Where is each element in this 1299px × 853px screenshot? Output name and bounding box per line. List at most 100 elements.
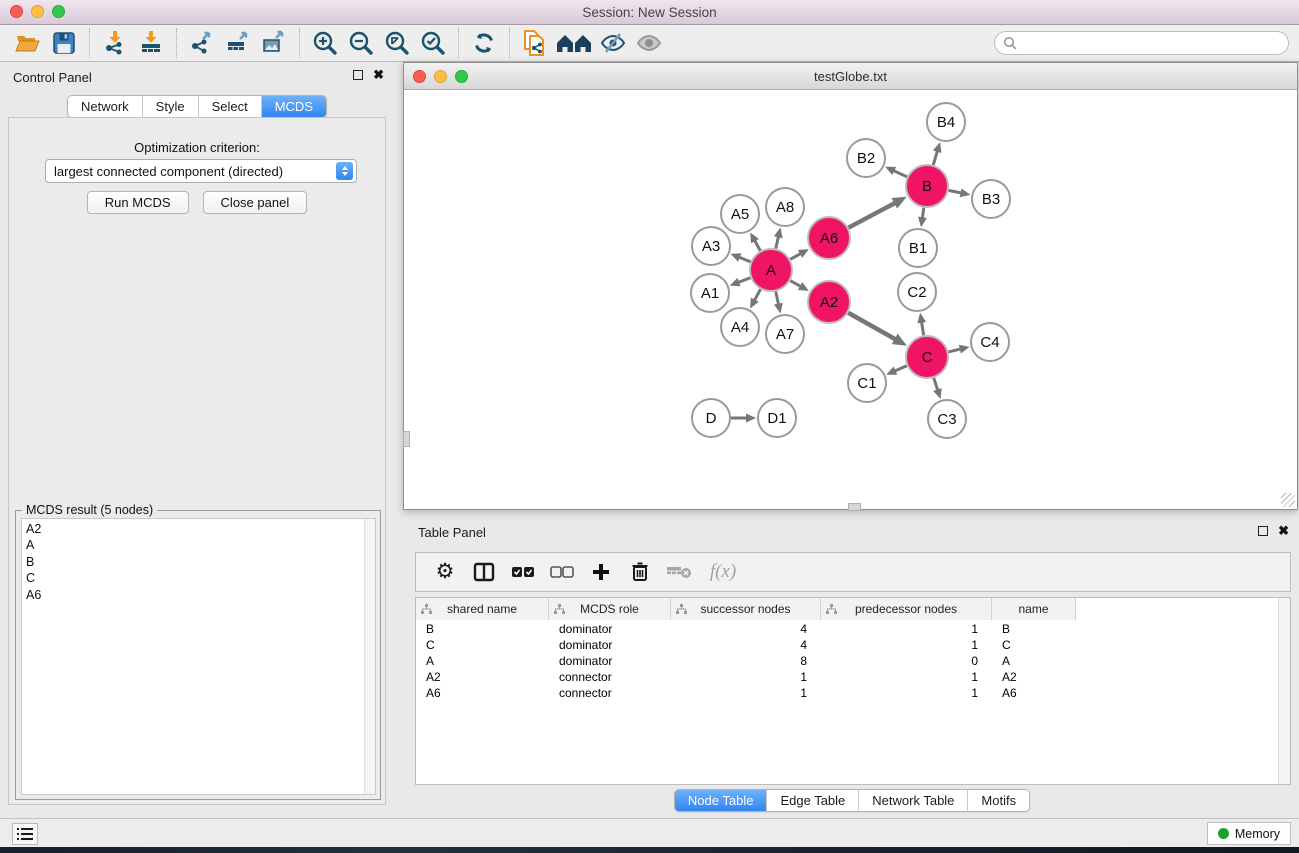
tab-mcds[interactable]: MCDS [262,96,326,117]
table-cell[interactable]: 8 [671,653,821,669]
clone-network-button[interactable] [517,27,553,59]
tab-select[interactable]: Select [199,96,262,117]
table-row[interactable]: Cdominator41C [416,637,1076,653]
tab-style[interactable]: Style [143,96,199,117]
window-titlebar[interactable]: Session: New Session [0,0,1299,25]
graph-edge-A-A1[interactable] [738,278,750,283]
float-panel-icon[interactable] [353,70,363,80]
import-table-button[interactable] [133,27,169,59]
refresh-layout-button[interactable] [466,27,502,59]
column-header-successor-nodes[interactable]: successor nodes [671,598,821,620]
table-cell[interactable]: connector [549,669,671,685]
mcds-result-item[interactable]: A2 [26,521,375,537]
resize-grip-icon[interactable] [1281,493,1295,507]
table-cell[interactable]: B [416,621,549,637]
table-cell[interactable]: C [992,637,1076,653]
graph-edge-C-C3[interactable] [934,378,938,391]
table-cell[interactable]: A [416,653,549,669]
zoom-fit-button[interactable] [379,27,415,59]
zoom-selected-button[interactable] [415,27,451,59]
table-cell[interactable]: A6 [992,685,1076,701]
splitter-handle-icon[interactable] [403,431,410,447]
table-cell[interactable]: 4 [671,637,821,653]
table-cell[interactable]: 4 [671,621,821,637]
graph-edge-C-C1[interactable] [895,366,907,371]
export-table-button[interactable] [220,27,256,59]
graph-edge-B-B2[interactable] [893,171,907,177]
criterion-dropdown[interactable]: largest connected component (directed) [45,159,357,183]
zoom-out-button[interactable] [343,27,379,59]
list-scrollbar[interactable] [364,519,375,794]
apply-function-button[interactable]: f(x) [703,557,743,587]
export-network-button[interactable] [184,27,220,59]
network-close-light[interactable] [413,70,426,83]
mcds-result-item[interactable]: A [26,537,375,553]
mcds-result-item[interactable]: B [26,554,375,570]
network-graph[interactable]: B4B2BB3A8A5A6A3B1AA1C2A2A4A7C4CC1C3DD1 [404,90,1297,509]
export-image-button[interactable] [256,27,292,59]
network-zoom-light[interactable] [455,70,468,83]
table-cell[interactable]: A [992,653,1076,669]
tab-node-table[interactable]: Node Table [675,790,768,811]
table-scrollbar[interactable] [1278,598,1290,784]
first-neighbors-button[interactable] [553,27,595,59]
zoom-in-button[interactable] [307,27,343,59]
show-all-button[interactable] [631,27,667,59]
graph-edge-B-B4[interactable] [933,151,937,165]
table-options-button[interactable]: ⚙ [430,557,460,587]
table-cell[interactable]: connector [549,685,671,701]
table-cell[interactable]: dominator [549,637,671,653]
graph-edge-A-A7[interactable] [776,291,779,304]
add-column-button[interactable] [586,557,616,587]
graph-edge-B-B1[interactable] [922,208,924,219]
graph-edge-A-A3[interactable] [739,257,751,262]
graph-edge-A6-B[interactable] [848,203,895,228]
mcds-result-item[interactable]: A6 [26,587,375,603]
mcds-result-list[interactable]: A2ABCA6 [21,518,376,795]
tab-network[interactable]: Network [68,96,143,117]
close-panel-icon[interactable]: ✖ [1278,526,1289,536]
table-cell[interactable]: 1 [821,669,992,685]
tab-edge-table[interactable]: Edge Table [767,790,859,811]
table-cell[interactable]: 1 [671,669,821,685]
tab-motifs[interactable]: Motifs [968,790,1029,811]
network-view-window[interactable]: testGlobe.txt B4B2BB3A8A5A6A3B1AA1C2A2A4… [403,62,1298,510]
table-cell[interactable]: dominator [549,653,671,669]
show-columns-button[interactable] [469,557,499,587]
table-cell[interactable]: B [992,621,1076,637]
network-canvas[interactable]: B4B2BB3A8A5A6A3B1AA1C2A2A4A7C4CC1C3DD1 [404,90,1297,509]
graph-edge-A-A5[interactable] [755,240,761,251]
column-header-predecessor-nodes[interactable]: predecessor nodes [821,598,992,620]
table-cell[interactable]: A6 [416,685,549,701]
search-field[interactable] [994,31,1289,55]
table-cell[interactable]: 1 [671,685,821,701]
graph-edge-A-A8[interactable] [776,236,779,248]
column-header-name[interactable]: name [992,598,1076,620]
splitter-handle-icon[interactable] [848,503,861,511]
hide-selected-button[interactable] [595,27,631,59]
delete-table-button[interactable] [664,557,694,587]
column-header-MCDS-role[interactable]: MCDS role [549,598,671,620]
open-file-button[interactable] [10,27,46,59]
save-session-button[interactable] [46,27,82,59]
tab-network-table[interactable]: Network Table [859,790,968,811]
network-window-titlebar[interactable]: testGlobe.txt [404,63,1297,90]
table-cell[interactable]: C [416,637,549,653]
graph-edge-A-A4[interactable] [754,289,760,300]
graph-edge-A2-C[interactable] [848,313,895,340]
import-network-button[interactable] [97,27,133,59]
graph-edge-C-C2[interactable] [922,322,924,336]
table-row[interactable]: Bdominator41B [416,621,1076,637]
graph-edge-B-B3[interactable] [949,190,962,193]
column-header-shared-name[interactable]: shared name [416,598,549,620]
table-cell[interactable]: 1 [821,637,992,653]
table-cell[interactable]: A2 [416,669,549,685]
graph-edge-C-C4[interactable] [948,349,960,352]
search-input[interactable] [1017,33,1288,53]
deselect-all-columns-button[interactable] [547,557,577,587]
select-all-columns-button[interactable] [508,557,538,587]
graph-edge-A-A2[interactable] [790,281,801,287]
table-row[interactable]: A2connector11A2 [416,669,1076,685]
table-row[interactable]: A6connector11A6 [416,685,1076,701]
run-mcds-button[interactable]: Run MCDS [87,191,189,214]
